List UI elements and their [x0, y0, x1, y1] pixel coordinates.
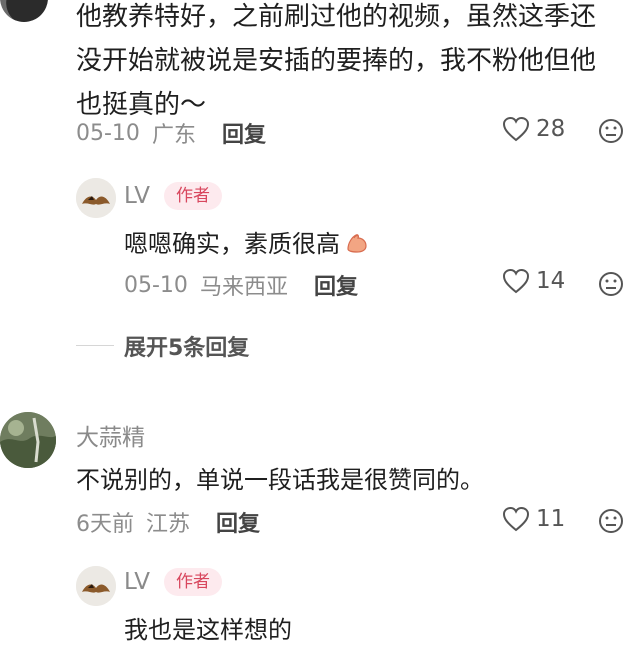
comment-text-line: 他教养特好，之前刷过他的视频，虽然这季还: [76, 2, 597, 32]
comment-meta: 05-10 广东 回复: [76, 117, 266, 149]
reply-location: 马来西亚: [199, 275, 288, 300]
commenter-avatar[interactable]: [0, 412, 56, 468]
comment-location: 广东: [151, 123, 196, 148]
author-avatar-image: [76, 566, 116, 606]
expand-replies-button[interactable]: 展开5条回复: [124, 330, 249, 362]
commenter-avatar-top[interactable]: [0, 0, 48, 22]
heart-outline-icon: [502, 116, 530, 142]
expand-divider: [76, 345, 114, 346]
like-button[interactable]: 11: [502, 506, 565, 532]
reply-text: 我也是这样想的: [124, 616, 292, 644]
reply-button[interactable]: 回复: [216, 506, 260, 538]
comment-date: 6天前: [76, 512, 134, 537]
neutral-face-icon[interactable]: [598, 271, 624, 297]
username[interactable]: LV: [124, 569, 150, 595]
reply-header: LV 作者: [124, 182, 223, 210]
like-count: 28: [536, 116, 566, 142]
author-avatar[interactable]: [76, 566, 116, 606]
heart-outline-icon: [502, 268, 530, 294]
strong-arm-emoji-icon: [347, 233, 367, 253]
comment-location: 江苏: [146, 512, 191, 537]
author-avatar-image: [76, 178, 116, 218]
like-count: 14: [536, 268, 566, 294]
reply-header: LV 作者: [124, 568, 223, 596]
author-badge: 作者: [164, 568, 223, 596]
neutral-face-icon[interactable]: [598, 118, 624, 144]
reply-date: 05-10: [124, 272, 188, 298]
comment-text-line: 没开始就被说是安插的要捧的，我不粉他但他: [76, 46, 597, 76]
like-button[interactable]: 14: [502, 268, 565, 294]
reply-button[interactable]: 回复: [222, 117, 266, 149]
comment-text: 他教养特好，之前刷过他的视频，虽然这季还 没开始就被说是安插的要捧的，我不粉他但…: [76, 0, 636, 127]
username[interactable]: LV: [124, 183, 150, 209]
comment-text: 不说别的，单说一段话我是很赞同的。: [76, 466, 484, 494]
reply-meta: 05-10 马来西亚 回复: [124, 269, 358, 301]
username[interactable]: 大蒜精: [76, 418, 145, 452]
reply-text: 嗯嗯确实，素质很高: [124, 230, 340, 258]
neutral-face-icon[interactable]: [598, 508, 624, 534]
like-count: 11: [536, 506, 566, 532]
reply-button[interactable]: 回复: [314, 269, 358, 301]
comment-meta: 6天前 江苏 回复: [76, 506, 260, 538]
author-avatar[interactable]: [76, 178, 116, 218]
comment-date: 05-10: [76, 120, 140, 146]
reply-text-row: 嗯嗯确实，素质很高: [124, 224, 370, 259]
commenter-avatar-image: [0, 412, 56, 468]
heart-outline-icon: [502, 506, 530, 532]
like-button[interactable]: 28: [502, 116, 565, 142]
author-badge: 作者: [164, 182, 223, 210]
